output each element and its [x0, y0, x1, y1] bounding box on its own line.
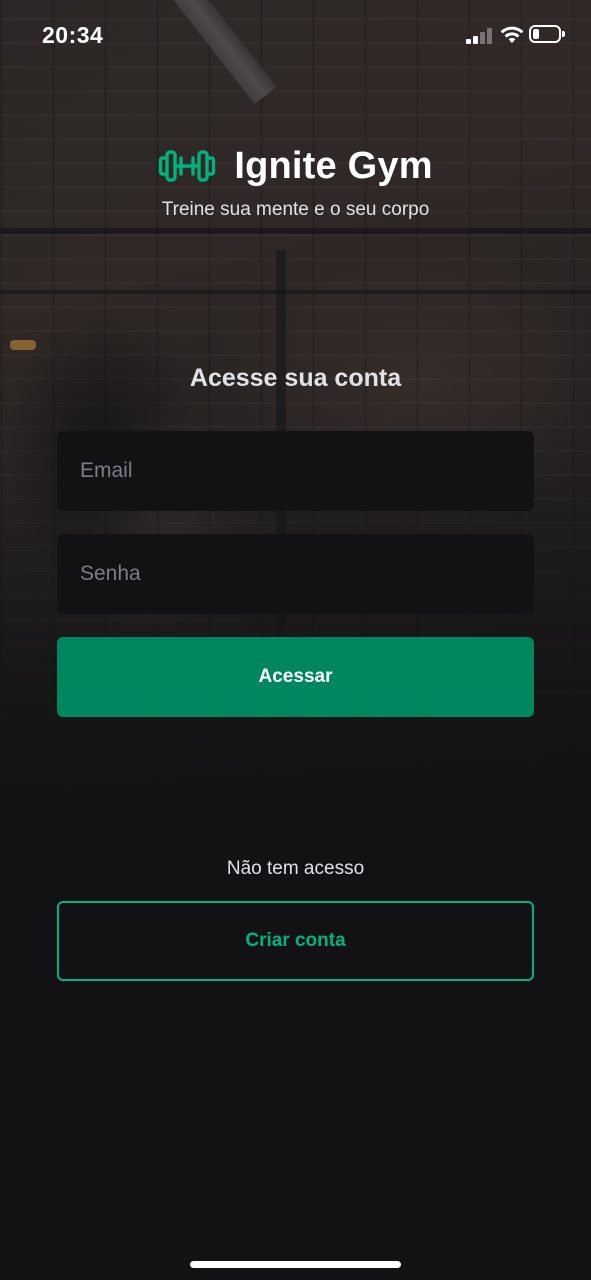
- battery-level-fill: [533, 29, 539, 39]
- background-gym-photo: [0, 0, 591, 860]
- wifi-icon: [500, 26, 524, 43]
- battery-icon: [529, 25, 565, 43]
- home-indicator[interactable]: [190, 1261, 401, 1268]
- background-rack-bar: [0, 228, 591, 234]
- no-access-prompt: Não tem acesso: [226, 858, 365, 879]
- brand-tagline: Treine sua mente e o seu corpo: [161, 199, 430, 220]
- background-rack-post: [276, 250, 286, 810]
- email-input[interactable]: [57, 431, 534, 511]
- brand-name: Ignite Gym: [234, 144, 433, 187]
- create-account-button[interactable]: Criar conta: [57, 901, 534, 981]
- sign-in-button[interactable]: Acessar: [57, 637, 534, 717]
- background-lamp: [10, 340, 36, 350]
- sign-in-screen: 20:34 Ignite Gym Treine sua mente e o se…: [0, 0, 591, 1280]
- cellular-signal-icon: [466, 28, 494, 44]
- dumbbell-icon: [159, 150, 216, 182]
- status-time: 20:34: [42, 22, 104, 48]
- background-rack-bar-lower: [0, 290, 591, 294]
- status-bar: 20:34: [0, 0, 591, 70]
- login-heading: Acesse sua conta: [189, 364, 402, 392]
- brand-logo: Ignite Gym: [0, 142, 591, 190]
- password-input[interactable]: [57, 534, 534, 614]
